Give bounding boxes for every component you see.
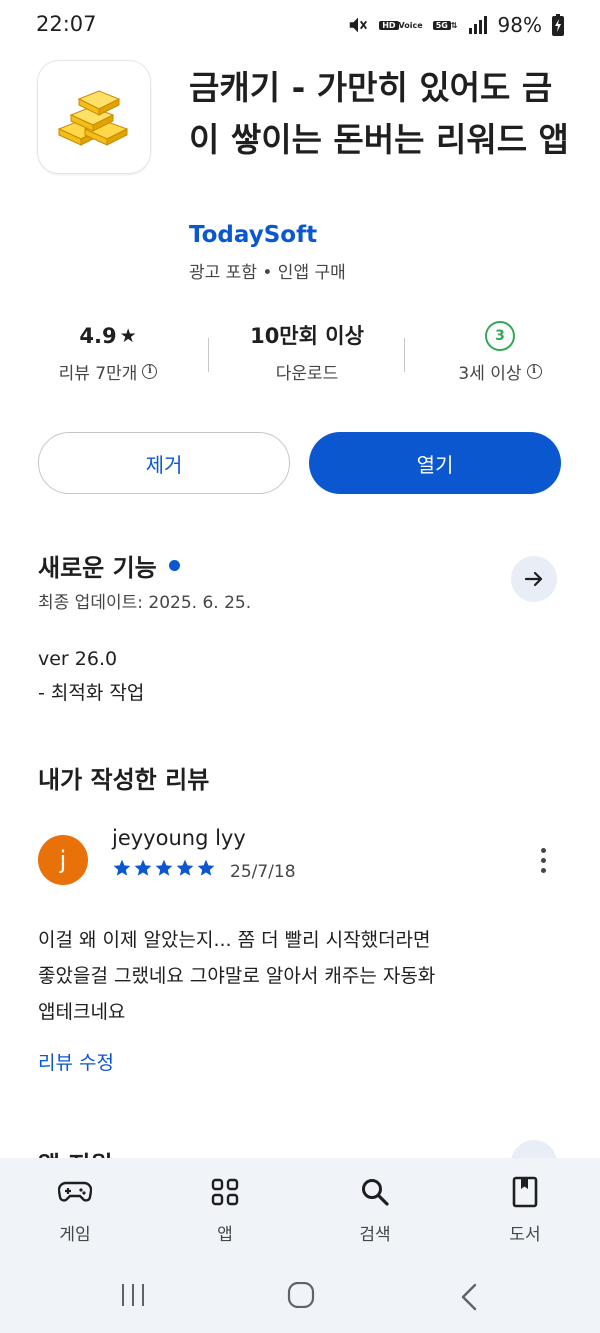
nav-books[interactable]: 도서 <box>475 1176 575 1245</box>
release-note-line: - 최적화 작업 <box>38 682 145 704</box>
review-text-line: 이걸 왜 이제 알았는지... 쫌 더 빨리 시작했더라면 <box>38 929 431 951</box>
status-bar: 22:07 HD Voice 5G ⇅ 98% <box>0 0 600 50</box>
play-store-app-page: 22:07 HD Voice 5G ⇅ 98% 금캐기 - 가만히 있어도 금이… <box>0 0 600 1333</box>
arrow-right-icon <box>524 571 543 587</box>
developer-link[interactable]: TodaySoft <box>189 222 317 248</box>
nav-label: 게임 <box>59 1225 91 1245</box>
whats-new-title[interactable]: 새로운 기능 <box>38 548 180 583</box>
review-text: 이걸 왜 이제 알았는지... 쫌 더 빨리 시작했더라면 좋았을걸 그랬네요 … <box>38 922 558 1030</box>
downloads-label: 다운로드 <box>275 364 339 384</box>
apps-grid-icon <box>175 1176 275 1208</box>
nav-search[interactable]: 검색 <box>325 1176 425 1245</box>
app-icon[interactable] <box>37 60 151 174</box>
signal-icon <box>468 15 488 35</box>
status-time: 22:07 <box>36 12 97 36</box>
review-text-line: 앱테크네요 <box>38 1001 126 1023</box>
review-date: 25/7/18 <box>230 862 296 882</box>
age-rating-label: 3세 이상 <box>458 364 522 384</box>
back-icon[interactable] <box>456 1282 482 1312</box>
reviews-count: 리뷰 7만개 <box>58 364 138 384</box>
system-nav-bar <box>0 1262 600 1333</box>
last-updated: 최종 업데이트: 2025. 6. 25. <box>38 593 252 613</box>
version-text: ver 26.0 <box>38 648 118 670</box>
release-notes: ver 26.0 - 최적화 작업 <box>38 642 144 710</box>
whats-new-label: 새로운 기능 <box>38 554 157 582</box>
battery-charging-icon <box>552 14 564 36</box>
reviewer-name: jeyyoung lyy <box>112 826 246 850</box>
uninstall-button[interactable]: 제거 <box>38 432 290 494</box>
status-icons: HD Voice 5G ⇅ 98% <box>347 12 564 38</box>
nav-label: 검색 <box>359 1225 391 1245</box>
edit-review-link[interactable]: 리뷰 수정 <box>38 1048 114 1075</box>
nav-label: 도서 <box>509 1225 541 1245</box>
star-icon: ★ <box>119 325 137 347</box>
info-icon[interactable]: i <box>526 364 542 379</box>
my-review-title: 내가 작성한 리뷰 <box>38 766 210 794</box>
review-text-line: 좋았을걸 그랬네요 그야말로 알아서 캐주는 자동화 <box>38 965 436 987</box>
whats-new-arrow-button[interactable] <box>511 556 557 602</box>
more-options-icon[interactable] <box>528 842 558 878</box>
avatar: j <box>38 835 88 885</box>
nav-games[interactable]: 게임 <box>25 1176 125 1245</box>
info-icon[interactable]: i <box>142 364 158 379</box>
star-icon <box>113 859 131 876</box>
divider <box>404 338 405 372</box>
star-icon <box>155 859 173 876</box>
nav-label: 앱 <box>217 1225 233 1245</box>
hd-voice-icon: HD Voice <box>379 20 423 30</box>
network-5g-icon: 5G ⇅ <box>432 20 458 30</box>
open-button[interactable]: 열기 <box>309 432 561 494</box>
new-indicator-dot <box>168 560 180 571</box>
star-icon <box>134 859 152 876</box>
downloads-stat: 10만회 이상 다운로드 <box>222 318 392 384</box>
rating-value: 4.9 <box>79 324 117 348</box>
nav-apps[interactable]: 앱 <box>175 1176 275 1245</box>
mute-icon <box>347 14 369 36</box>
age-rating-badge: 3 <box>485 321 515 351</box>
gamepad-icon <box>25 1176 125 1208</box>
downloads-value: 10만회 이상 <box>250 324 364 348</box>
age-rating-stat[interactable]: 3 3세 이상 i <box>430 318 570 384</box>
star-icon <box>176 859 194 876</box>
search-icon <box>325 1176 425 1208</box>
home-icon[interactable] <box>286 1282 316 1308</box>
recent-apps-icon[interactable] <box>118 1282 148 1308</box>
battery-level: 98% <box>497 13 542 37</box>
rating-stat[interactable]: 4.9 ★ 리뷰 7만개 i <box>38 318 178 384</box>
book-icon <box>475 1176 575 1208</box>
star-icon <box>197 859 215 876</box>
gold-bars-icon <box>57 90 129 146</box>
stats-row: 4.9 ★ 리뷰 7만개 i 10만회 이상 다운로드 3 3세 이상 i <box>0 318 600 408</box>
app-title: 금캐기 - 가만히 있어도 금이 쌓이는 돈버는 리워드 앱 <box>189 68 569 159</box>
divider <box>208 338 209 372</box>
review-stars <box>112 858 216 878</box>
app-meta: 광고 포함 • 인앱 구매 <box>189 263 346 283</box>
